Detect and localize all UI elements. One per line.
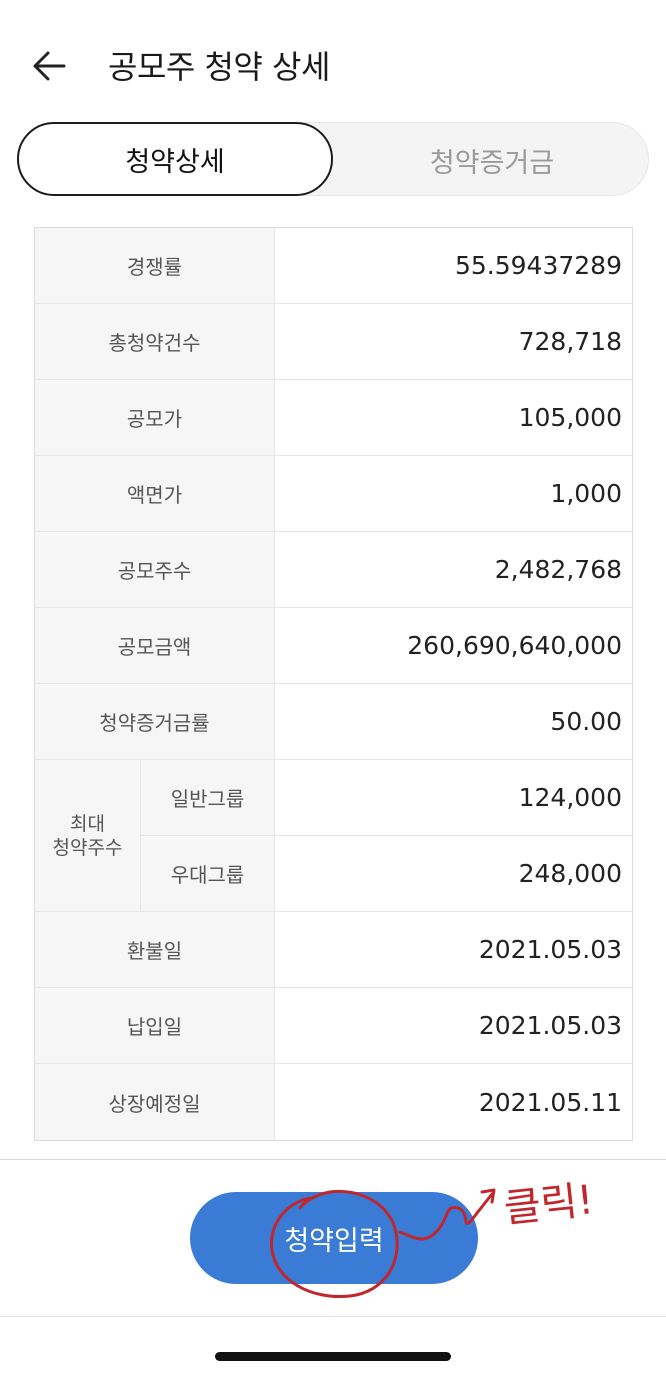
table-row: 우대그룹 248,000: [141, 835, 632, 911]
row-value: 2021.05.03: [478, 1011, 622, 1040]
row-label: 경쟁률: [35, 228, 275, 303]
group-rows: 일반그룹 124,000 우대그룹 248,000: [141, 760, 632, 911]
group-label: 최대 청약주수: [35, 760, 141, 911]
bottom-bar: [0, 1316, 666, 1376]
row-label: 총청약건수: [35, 304, 275, 379]
row-value: 55.59437289: [454, 251, 622, 280]
table-row: 환불일 2021.05.03: [35, 912, 632, 988]
tab-detail[interactable]: 청약상세: [17, 122, 333, 196]
row-label: 상장예정일: [35, 1064, 275, 1140]
table-row: 액면가 1,000: [35, 456, 632, 532]
table-row: 공모금액 260,690,640,000: [35, 608, 632, 684]
row-label: 일반그룹: [141, 760, 275, 835]
row-value: 2,482,768: [494, 555, 622, 584]
home-indicator[interactable]: [215, 1352, 451, 1361]
row-label: 납입일: [35, 988, 275, 1063]
max-subscription-group: 최대 청약주수 일반그룹 124,000 우대그룹 248,000: [35, 760, 632, 912]
back-button[interactable]: [28, 44, 72, 88]
row-value: 50.00: [550, 707, 622, 736]
row-label: 액면가: [35, 456, 275, 531]
row-value: 248,000: [518, 858, 622, 888]
table-row: 공모가 105,000: [35, 380, 632, 456]
header: 공모주 청약 상세: [0, 0, 666, 120]
row-value: 2021.05.03: [478, 935, 622, 964]
table-row: 경쟁률 55.59437289: [35, 228, 632, 304]
group-label-line2: 청약주수: [52, 836, 123, 859]
row-label: 환불일: [35, 912, 275, 987]
row-label: 청약증거금률: [35, 684, 275, 759]
row-value: 1,000: [550, 479, 622, 508]
row-label: 공모주수: [35, 532, 275, 607]
row-label: 공모가: [35, 380, 275, 455]
row-value: 124,000: [518, 782, 622, 812]
row-value: 260,690,640,000: [407, 631, 622, 660]
tab-deposit[interactable]: 청약증거금: [334, 123, 650, 197]
arrow-left-icon: [33, 51, 66, 81]
table-row: 청약증거금률 50.00: [35, 684, 632, 760]
group-label-line1: 최대: [70, 812, 105, 835]
row-value: 105,000: [518, 403, 622, 432]
row-label: 우대그룹: [141, 835, 275, 911]
detail-table: 경쟁률 55.59437289 총청약건수 728,718 공모가 105,00…: [34, 227, 633, 1141]
tab-bar: 청약증거금 청약상세: [17, 122, 649, 196]
subscribe-input-button[interactable]: 청약입력: [190, 1192, 478, 1284]
annotation-text: 클릭!: [502, 1177, 596, 1232]
page-title: 공모주 청약 상세: [108, 48, 330, 86]
table-row: 상장예정일 2021.05.11: [35, 1064, 632, 1140]
table-row: 공모주수 2,482,768: [35, 532, 632, 608]
row-value: 728,718: [518, 327, 622, 356]
annotation-arrowhead: [480, 1188, 496, 1204]
table-row: 납입일 2021.05.03: [35, 988, 632, 1064]
row-value: 2021.05.11: [478, 1087, 622, 1117]
table-row: 일반그룹 124,000: [141, 760, 632, 836]
table-row: 총청약건수 728,718: [35, 304, 632, 380]
row-label: 공모금액: [35, 608, 275, 683]
footer-divider: [0, 1159, 666, 1160]
